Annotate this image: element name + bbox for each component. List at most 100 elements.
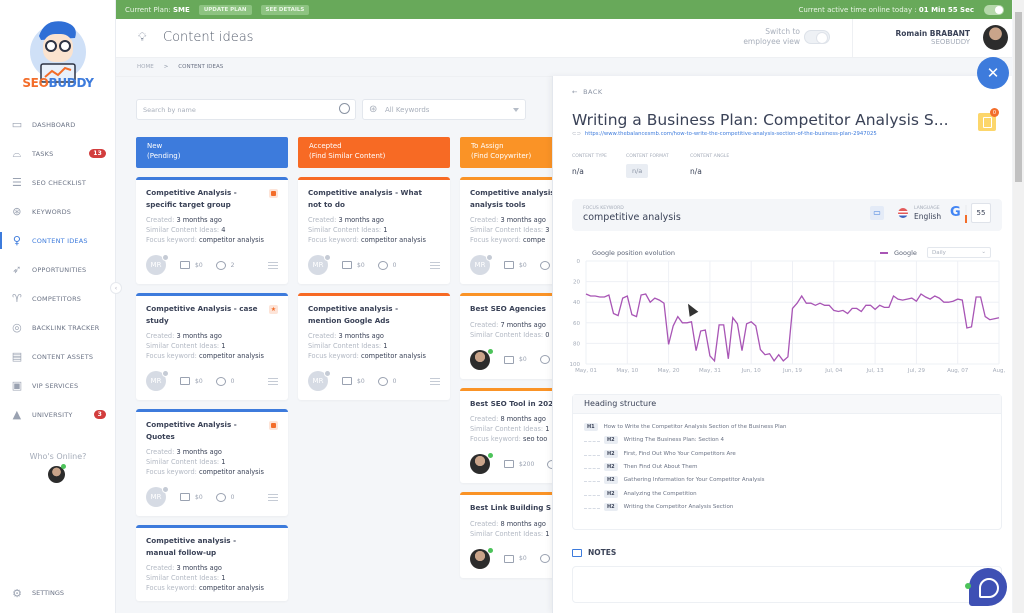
- comment-icon: [377, 260, 388, 270]
- sidebar-item-dashboard[interactable]: ▭ DASHBOARD: [0, 110, 116, 139]
- sidebar-item-competitors[interactable]: ♈ COMPETITORS: [0, 284, 116, 313]
- idea-card[interactable]: ★ Competitive Analysis - case study Crea…: [136, 293, 288, 400]
- update-plan-button[interactable]: UPDATE PLAN: [198, 4, 252, 15]
- menu-icon[interactable]: [430, 377, 440, 385]
- comment-icon: [377, 376, 388, 386]
- notes-input[interactable]: [572, 566, 1002, 603]
- scrollbar-thumb[interactable]: [1015, 12, 1022, 182]
- assignee-avatar[interactable]: [470, 453, 493, 474]
- comment-icon: [539, 260, 550, 270]
- chat-status-dot: [965, 583, 971, 589]
- gear-icon: ⚙: [12, 586, 22, 600]
- heading-text: Then Find Out About Them: [623, 463, 698, 470]
- link-icon: ⊂⊃: [572, 131, 581, 137]
- heading-row: H2 First, Find Out Who Your Competitors A…: [604, 449, 736, 458]
- y-tick-label: 20: [573, 280, 580, 286]
- menu-icon[interactable]: [268, 493, 278, 501]
- online-status-dot: [61, 464, 66, 469]
- heading-indent-line: [584, 441, 600, 443]
- y-tick-label: 0: [577, 259, 581, 265]
- sidebar-item-content-assets[interactable]: ▤ CONTENT ASSETS: [0, 342, 116, 371]
- idea-card[interactable]: Best SEO Tool in 202 Created: 8 months a…: [460, 387, 556, 483]
- idea-card[interactable]: Competitive Analysis - specific target g…: [136, 177, 288, 284]
- idea-title: Writing a Business Plan: Competitor Anal…: [572, 111, 949, 129]
- heading-indent-line: [584, 467, 600, 469]
- content-format-value[interactable]: n/a: [626, 164, 649, 178]
- desktop-icon[interactable]: ▭: [870, 206, 884, 220]
- content-angle-value[interactable]: n/a: [690, 167, 702, 176]
- employee-view-label: Switch to employee view: [743, 27, 800, 46]
- assignee-avatar[interactable]: MR: [146, 254, 169, 275]
- content-type-value[interactable]: n/a: [572, 167, 584, 176]
- assignee-avatar[interactable]: MR: [146, 486, 169, 507]
- breadcrumb-current: CONTENT IDEAS: [178, 64, 224, 70]
- x-tick-label: May, 20: [658, 368, 680, 374]
- assignee-avatar[interactable]: MR: [146, 370, 169, 391]
- assignee-avatar[interactable]: MR: [308, 254, 331, 275]
- close-panel-button[interactable]: ✕: [977, 57, 1009, 89]
- idea-url-link[interactable]: https://www.thebalancesmb.com/how-to-wri…: [585, 131, 877, 137]
- radar-icon: ◎: [12, 321, 22, 334]
- heading-row: H2 Writing the Competitor Analysis Sectio…: [604, 502, 733, 511]
- assignee-avatar[interactable]: MR: [308, 370, 331, 391]
- assignee-avatar[interactable]: [470, 547, 493, 569]
- university-badge: 3: [93, 410, 106, 419]
- chevron-down-icon: [513, 108, 519, 112]
- search-input[interactable]: Search by name: [136, 99, 356, 120]
- chat-widget-button[interactable]: [969, 568, 1007, 606]
- focus-keyword-box: FOCUS KEYWORD competitive analysis ▭ LAN…: [572, 199, 1002, 231]
- idea-card[interactable]: Best SEO Agencies Created: 7 months ago S…: [460, 293, 556, 379]
- flag-icon[interactable]: [269, 189, 278, 198]
- x-tick-label: Jul, 13: [866, 368, 885, 374]
- sidebar-item-settings[interactable]: ⚙ SETTINGS: [10, 586, 64, 600]
- idea-card[interactable]: Competitive analysis - What not to do Cr…: [298, 177, 450, 284]
- heading-tag: H2: [604, 436, 618, 445]
- sidebar-item-seo-checklist[interactable]: ☰ SEO CHECKLIST: [0, 168, 116, 197]
- heading-tag: H2: [604, 489, 618, 498]
- flag-icon[interactable]: [269, 421, 278, 430]
- sidebar-item-university[interactable]: ▲ UNIVERSITY 3: [0, 400, 116, 429]
- menu-icon[interactable]: [268, 377, 278, 385]
- menu-icon[interactable]: [430, 261, 440, 269]
- notes-heading: NOTES: [572, 548, 616, 557]
- menu-icon[interactable]: [268, 261, 278, 269]
- idea-card[interactable]: Competitive analysis analysis tools Crea…: [460, 177, 556, 284]
- idea-card[interactable]: Competitive analysis - mention Google Ad…: [298, 293, 450, 400]
- employee-view-toggle[interactable]: [804, 30, 830, 44]
- user-name: Romain BRABANT: [895, 29, 970, 38]
- star-icon[interactable]: ★: [269, 305, 278, 314]
- idea-card[interactable]: Competitive Analysis - Quotes Created: 3…: [136, 409, 288, 516]
- see-details-button[interactable]: SEE DETAILS: [260, 4, 310, 15]
- sidebar-item-keywords[interactable]: ⊛ KEYWORDS: [0, 197, 116, 226]
- heading-text: Writing The Business Plan: Section 4: [623, 437, 725, 444]
- bulb-icon: ♀: [12, 234, 22, 247]
- assignee-avatar[interactable]: [470, 348, 493, 370]
- idea-card[interactable]: Competitive analysis - manual follow-up …: [136, 525, 288, 601]
- online-toggle[interactable]: [984, 4, 1004, 15]
- breadcrumb-home[interactable]: HOME: [137, 64, 154, 70]
- sidebar-item-opportunities[interactable]: ➶ OPPORTUNITIES: [0, 255, 116, 284]
- idea-card[interactable]: Best Link Building S Created: 8 months a…: [460, 492, 556, 578]
- assignee-avatar[interactable]: MR: [470, 254, 493, 275]
- comment-icon: [215, 492, 226, 502]
- sidebar: SEOBUDDY ▭ DASHBOARD ⌓ TASKS 13 ☰ SEO CHECKL…: [0, 0, 116, 613]
- sidebar-item-backlink-tracker[interactable]: ◎ BACKLINK TRACKER: [0, 313, 116, 342]
- sidebar-item-vip-services[interactable]: ▣ VIP SERVICES: [0, 371, 116, 400]
- comment-icon: [215, 376, 226, 386]
- online-time: 01 Min 55 Sec: [918, 5, 974, 14]
- collapse-sidebar-button[interactable]: ‹: [110, 282, 122, 294]
- user-avatar[interactable]: [983, 25, 1008, 50]
- sidebar-item-content-ideas[interactable]: ♀ CONTENT IDEAS: [0, 226, 116, 255]
- target-icon: ⊛: [369, 104, 378, 115]
- monitor-icon: ▭: [11, 118, 23, 131]
- keywords-select[interactable]: ⊛ All Keywords: [362, 99, 526, 120]
- sidebar-item-tasks[interactable]: ⌓ TASKS 13: [0, 139, 116, 168]
- copy-count-badge: 0: [990, 108, 999, 117]
- us-flag-icon: [898, 208, 908, 218]
- page-scrollbar[interactable]: [1013, 0, 1024, 613]
- legend-swatch: [880, 252, 888, 254]
- heading-tag: H1: [584, 423, 598, 431]
- list-icon: ☰: [11, 176, 23, 189]
- back-button[interactable]: ← BACK: [572, 88, 603, 96]
- position-chart: 020406080100May, 01 May, 10 May, 20 May, 31…: [570, 259, 1006, 374]
